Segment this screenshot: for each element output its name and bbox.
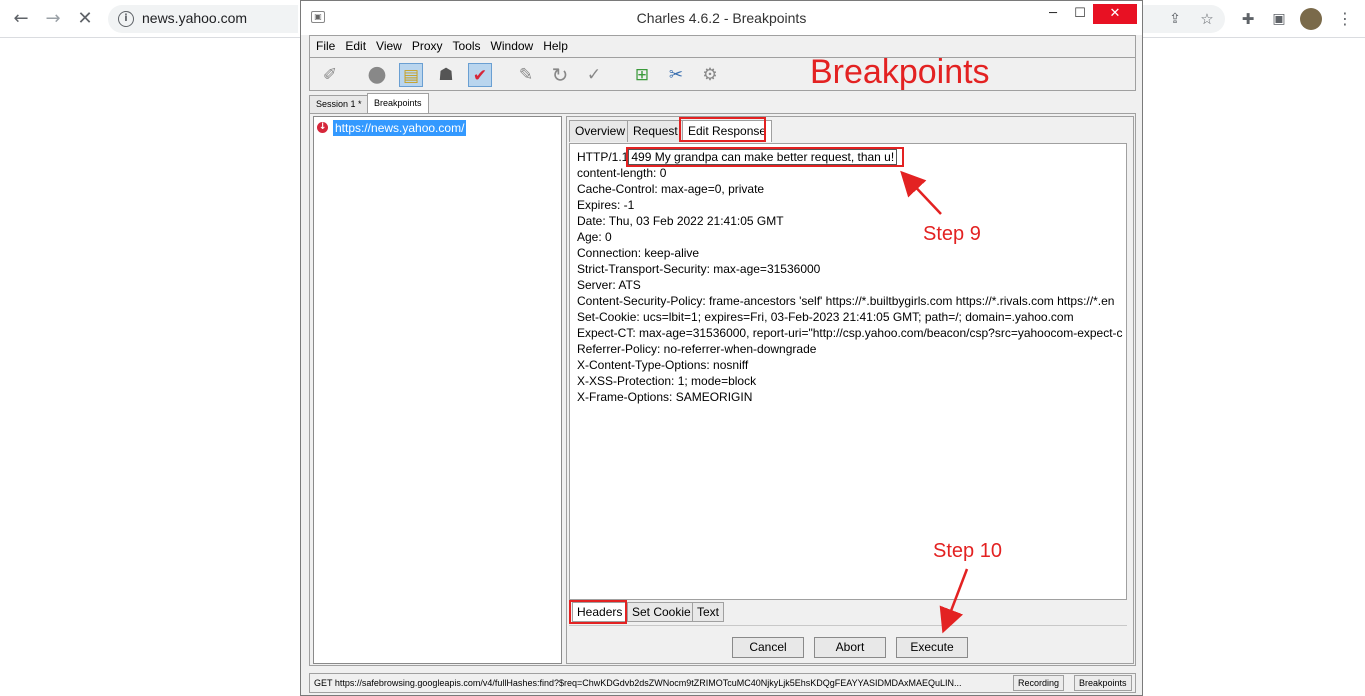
turtle-icon[interactable]: ☗ xyxy=(434,63,458,87)
response-headers-editor[interactable]: HTTP/1.1 499 My grandpa can make better r… xyxy=(569,143,1127,600)
breakpoints-status-button[interactable]: Breakpoints xyxy=(1074,675,1132,691)
address-bar[interactable]: i news.yahoo.com xyxy=(108,5,298,33)
header-line: X-XSS-Protection: 1; mode=block xyxy=(577,374,757,388)
status-text: GET https://safebrowsing.googleapis.com/… xyxy=(314,678,962,688)
side-panel-icon[interactable]: ▣ xyxy=(1267,7,1291,31)
more-menu-icon[interactable]: ⋮ xyxy=(1333,7,1357,31)
menu-proxy[interactable]: Proxy xyxy=(406,36,447,53)
header-line: Server: ATS xyxy=(577,278,641,292)
menu-tools[interactable]: Tools xyxy=(447,36,485,53)
stop-loading-icon[interactable]: ✕ xyxy=(73,7,97,31)
abort-button[interactable]: Abort xyxy=(814,637,886,658)
tools-icon[interactable]: ✂ xyxy=(664,63,688,87)
action-buttons: Cancel Abort Execute xyxy=(569,625,1127,661)
title-bar: ▣ Charles 4.6.2 - Breakpoints ─ ☐ ✕ xyxy=(301,1,1142,35)
throttle-icon[interactable]: ▤ xyxy=(399,63,423,87)
breakpoint-detail: Overview Request Edit Response HTTP/1.1 4… xyxy=(566,116,1134,664)
status-protocol: HTTP/1.1 xyxy=(577,150,629,164)
repeat-icon[interactable]: ↻ xyxy=(548,63,572,87)
tab-request[interactable]: Request xyxy=(627,120,684,142)
menu-window[interactable]: Window xyxy=(485,36,538,53)
tab-headers[interactable]: Headers xyxy=(572,602,628,622)
menu-help[interactable]: Help xyxy=(537,36,572,53)
back-arrow-icon[interactable]: ← xyxy=(9,7,33,31)
extensions-icon[interactable]: ✚ xyxy=(1236,7,1260,31)
address-bar-actions: ⇪ ☆ xyxy=(1143,5,1225,33)
tab-set-cookie[interactable]: Set Cookie xyxy=(627,602,696,622)
header-line: Expect-CT: max-age=31536000, report-uri=… xyxy=(577,326,1123,340)
info-icon[interactable]: i xyxy=(118,11,134,27)
basket-icon[interactable]: ⊞ xyxy=(630,63,654,87)
pen-icon[interactable]: ✎ xyxy=(514,63,538,87)
toolbar: ✐ ● ▤ ☗ ✔ ✎ ↻ ✓ ⊞ ✂ ⚙ Breakpoints xyxy=(309,53,1136,91)
header-line: content-length: 0 xyxy=(577,166,667,180)
validate-icon[interactable]: ✓ xyxy=(582,63,606,87)
profile-avatar[interactable] xyxy=(1300,8,1322,30)
menu-edit[interactable]: Edit xyxy=(339,36,370,53)
header-line: X-Frame-Options: SAMEORIGIN xyxy=(577,390,753,404)
status-line: HTTP/1.1 499 My grandpa can make better r… xyxy=(577,149,1126,165)
cancel-button[interactable]: Cancel xyxy=(732,637,804,658)
header-line: Cache-Control: max-age=0, private xyxy=(577,182,765,196)
bookmark-star-icon[interactable]: ☆ xyxy=(1195,7,1219,31)
header-line: Referrer-Policy: no-referrer-when-downgr… xyxy=(577,342,817,356)
header-line: Age: 0 xyxy=(577,230,612,244)
forward-arrow-icon[interactable]: → xyxy=(41,7,65,31)
charles-window: ▣ Charles 4.6.2 - Breakpoints ─ ☐ ✕ File… xyxy=(300,0,1143,696)
header-line: Expires: -1 xyxy=(577,198,635,212)
header-lines: HTTP/1.1 499 My grandpa can make better r… xyxy=(577,149,1126,405)
content-area: ↓ https://news.yahoo.com/ Overview Reque… xyxy=(309,113,1136,666)
settings-icon[interactable]: ⚙ xyxy=(698,63,722,87)
tab-session-1[interactable]: Session 1 * xyxy=(309,95,369,113)
menu-bar: File Edit View Proxy Tools Window Help xyxy=(309,35,1136,57)
breakpoint-icon: ↓ xyxy=(317,122,328,133)
recording-button[interactable]: Recording xyxy=(1013,675,1065,691)
window-title: Charles 4.6.2 - Breakpoints xyxy=(636,10,807,26)
address-bar-url: news.yahoo.com xyxy=(142,10,248,26)
status-line-input[interactable]: 499 My grandpa can make better request, … xyxy=(628,149,898,165)
header-line: Set-Cookie: ucs=lbit=1; expires=Fri, 03-… xyxy=(577,310,1074,324)
status-bar: GET https://safebrowsing.googleapis.com/… xyxy=(309,673,1136,693)
breakpoint-list-item[interactable]: https://news.yahoo.com/ xyxy=(333,120,467,136)
menu-view[interactable]: View xyxy=(370,36,406,53)
tab-text[interactable]: Text xyxy=(692,602,725,622)
tab-overview[interactable]: Overview xyxy=(569,120,632,142)
tab-edit-response[interactable]: Edit Response xyxy=(682,120,773,142)
header-line: Date: Thu, 03 Feb 2022 21:41:05 GMT xyxy=(577,214,784,228)
record-icon[interactable]: ● xyxy=(365,63,389,87)
header-line: X-Content-Type-Options: nosniff xyxy=(577,358,749,372)
share-icon[interactable]: ⇪ xyxy=(1163,7,1187,31)
header-line: Strict-Transport-Security: max-age=31536… xyxy=(577,262,821,276)
menu-file[interactable]: File xyxy=(310,36,339,53)
breakpoints-toggle-icon[interactable]: ✔ xyxy=(468,63,492,87)
tab-breakpoints[interactable]: Breakpoints xyxy=(367,93,429,114)
step9-label: Step 9 xyxy=(923,223,981,245)
breakpoints-caption: Breakpoints xyxy=(810,53,990,91)
broom-icon[interactable]: ✐ xyxy=(318,63,342,87)
close-button[interactable]: ✕ xyxy=(1093,4,1137,24)
execute-button[interactable]: Execute xyxy=(896,637,968,658)
header-line: Connection: keep-alive xyxy=(577,246,700,260)
step10-label: Step 10 xyxy=(933,540,1002,562)
header-line: Content-Security-Policy: frame-ancestors… xyxy=(577,294,1115,308)
breakpoint-list: ↓ https://news.yahoo.com/ xyxy=(313,116,562,664)
